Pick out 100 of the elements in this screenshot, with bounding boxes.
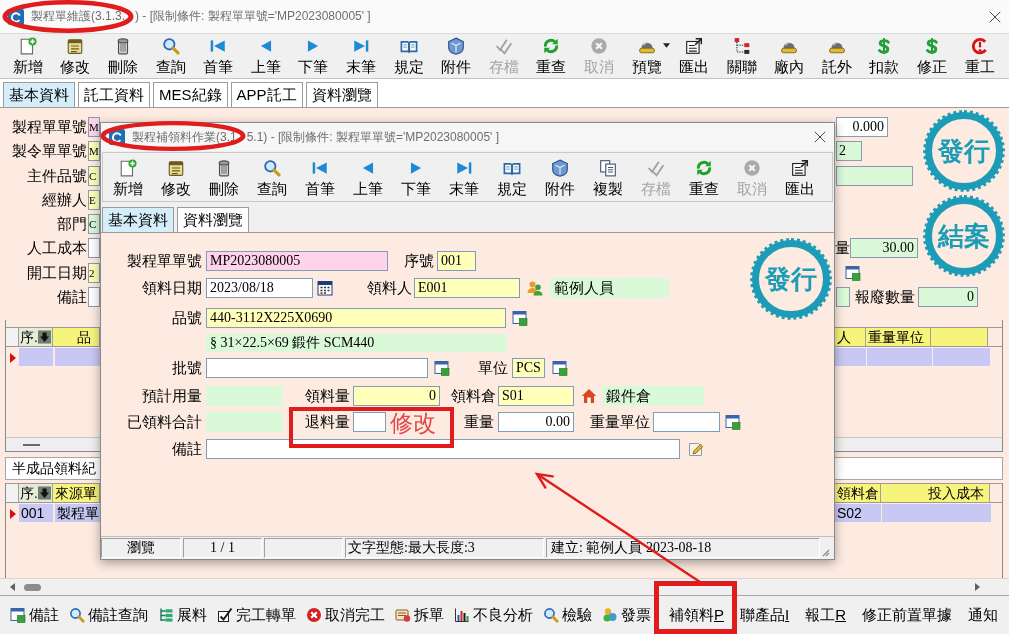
toolbar-button[interactable]: 取消完工 xyxy=(302,602,389,628)
toolbar-button[interactable]: 扣款 xyxy=(860,34,909,78)
window-icon[interactable] xyxy=(512,310,528,326)
input-field[interactable]: PCS xyxy=(512,358,545,378)
tab[interactable]: 資料瀏覽 xyxy=(177,207,249,232)
input-field[interactable]: 0.00 xyxy=(498,412,574,432)
input-field[interactable]: E001 xyxy=(414,278,520,298)
toolbar-button[interactable]: 規定 xyxy=(384,34,433,78)
toolbar-button[interactable]: 首筆 xyxy=(194,34,242,78)
sort-icon[interactable] xyxy=(37,330,51,344)
resize-grip-icon[interactable] xyxy=(822,549,830,557)
toolbar-button[interactable]: 複製 xyxy=(584,153,632,197)
input-field[interactable]: 001 xyxy=(437,251,476,271)
toolbar-button[interactable]: 刪除 xyxy=(99,34,147,78)
tab[interactable]: APP託工 xyxy=(230,82,303,107)
input-field[interactable] xyxy=(206,439,680,459)
toolbar-button[interactable]: 修改 xyxy=(51,34,100,78)
toolbar-button[interactable]: 附件 xyxy=(536,153,584,197)
input-field[interactable]: M xyxy=(88,117,100,137)
toolbar-button[interactable]: 預覽 xyxy=(622,34,671,78)
window-icon[interactable] xyxy=(551,360,568,376)
splitter-bar[interactable] xyxy=(835,437,1002,452)
column-header[interactable]: 序. xyxy=(19,328,53,346)
toolbar-button[interactable]: 託外 xyxy=(813,34,861,78)
close-icon[interactable] xyxy=(814,131,826,143)
input-field[interactable]: C xyxy=(88,165,100,186)
input-field[interactable] xyxy=(206,358,428,378)
toolbar-button[interactable]: 補領料P xyxy=(662,602,731,628)
sort-icon[interactable] xyxy=(37,486,51,500)
tab[interactable]: 基本資料 xyxy=(102,207,174,232)
toolbar-button[interactable]: 末筆 xyxy=(337,34,385,78)
toolbar-button[interactable]: 檢驗 xyxy=(539,602,596,628)
toolbar-button[interactable]: 下筆 xyxy=(392,153,440,197)
input-field[interactable] xyxy=(353,412,386,432)
column-header[interactable]: 序. xyxy=(19,484,53,502)
toolbar-button[interactable]: 重查 xyxy=(680,153,728,197)
toolbar-button[interactable]: 末筆 xyxy=(440,153,488,197)
column-header[interactable]: 品 xyxy=(53,328,100,346)
input-field[interactable]: 0 xyxy=(353,386,440,406)
input-field[interactable]: 2 xyxy=(88,262,100,283)
toolbar-button[interactable]: 報工R xyxy=(798,602,854,628)
column-header[interactable]: 投入成本 xyxy=(881,484,990,502)
toolbar-button[interactable]: 附件 xyxy=(432,34,480,78)
toolbar-button[interactable]: 聯產品I xyxy=(733,602,797,628)
toolbar-button[interactable]: 完工轉單 xyxy=(213,602,300,628)
toolbar-button[interactable]: 查詢 xyxy=(146,34,195,78)
column-header[interactable]: 領料倉 xyxy=(835,484,881,502)
toolbar-button[interactable]: 展料 xyxy=(154,602,211,628)
tab[interactable]: 基本資料 xyxy=(3,82,75,107)
column-header[interactable]: 重量單位 xyxy=(866,328,931,346)
column-header[interactable]: 來源單 xyxy=(53,484,100,502)
toolbar-button[interactable]: 修改 xyxy=(152,153,200,197)
input-field[interactable] xyxy=(88,238,100,259)
toolbar-button[interactable]: 匯出 xyxy=(670,34,718,78)
toolbar-button[interactable]: 新增 xyxy=(104,153,152,197)
toolbar-button[interactable]: 通知 xyxy=(961,602,1006,628)
toolbar-button[interactable]: 規定 xyxy=(488,153,536,197)
input-field[interactable]: M xyxy=(88,141,100,162)
scroll-thumb[interactable] xyxy=(24,583,41,591)
toolbar-button[interactable]: 備註查詢 xyxy=(65,602,152,628)
column-header[interactable]: 人 xyxy=(835,328,866,346)
input-field[interactable]: 2023/08/18 xyxy=(206,278,313,298)
toolbar-button[interactable]: 上筆 xyxy=(241,34,290,78)
input-field[interactable]: S01 xyxy=(498,386,574,406)
tab[interactable]: 資料瀏覽 xyxy=(305,82,378,107)
toolbar-button[interactable]: 廠內 xyxy=(765,34,814,78)
toolbar-button[interactable]: 重工 xyxy=(955,34,1004,78)
toolbar-button[interactable]: 刪除 xyxy=(200,153,248,197)
window-icon[interactable] xyxy=(434,360,450,376)
close-icon[interactable] xyxy=(989,10,1001,23)
input-field[interactable]: MP2023080005 xyxy=(206,251,388,271)
input-field[interactable]: 0.000 xyxy=(836,117,888,137)
toolbar-button[interactable]: 修正前置單據 xyxy=(855,602,960,628)
toolbar-button[interactable]: 重查 xyxy=(527,34,576,78)
people-icon[interactable] xyxy=(527,280,543,296)
window-icon[interactable] xyxy=(725,414,741,430)
pencil-icon[interactable] xyxy=(688,441,704,457)
horizontal-scrollbar[interactable] xyxy=(0,578,1009,595)
toolbar-button[interactable]: 拆單 xyxy=(391,602,448,628)
toolbar-button[interactable]: 上筆 xyxy=(344,153,392,197)
toolbar-button[interactable]: 查詢 xyxy=(248,153,296,197)
toolbar-button[interactable]: 匯出 xyxy=(776,153,824,197)
toolbar-button[interactable]: 首筆 xyxy=(296,153,344,197)
calendar-icon[interactable] xyxy=(317,280,333,296)
window-icon[interactable] xyxy=(845,264,861,281)
toolbar-button[interactable]: 下筆 xyxy=(289,34,338,78)
input-field[interactable] xyxy=(88,287,100,308)
toolbar-button[interactable]: 關聯 xyxy=(717,34,766,78)
tab[interactable]: 託工資料 xyxy=(78,82,150,107)
input-field[interactable] xyxy=(653,412,720,432)
splitter-bar[interactable] xyxy=(6,437,100,452)
toolbar-button[interactable]: 不良分析 xyxy=(450,602,537,628)
tab[interactable]: MES紀錄 xyxy=(153,82,228,107)
toolbar-button[interactable]: 發票 xyxy=(598,602,655,628)
house-icon[interactable] xyxy=(581,388,597,404)
toolbar-button[interactable]: 新增 xyxy=(4,34,52,78)
input-field[interactable]: E xyxy=(88,189,100,210)
toolbar-button[interactable]: 修正 xyxy=(908,34,956,78)
toolbar-button[interactable]: 備註 xyxy=(6,602,63,628)
input-field[interactable]: 440-3112X225X0690 xyxy=(206,308,506,328)
